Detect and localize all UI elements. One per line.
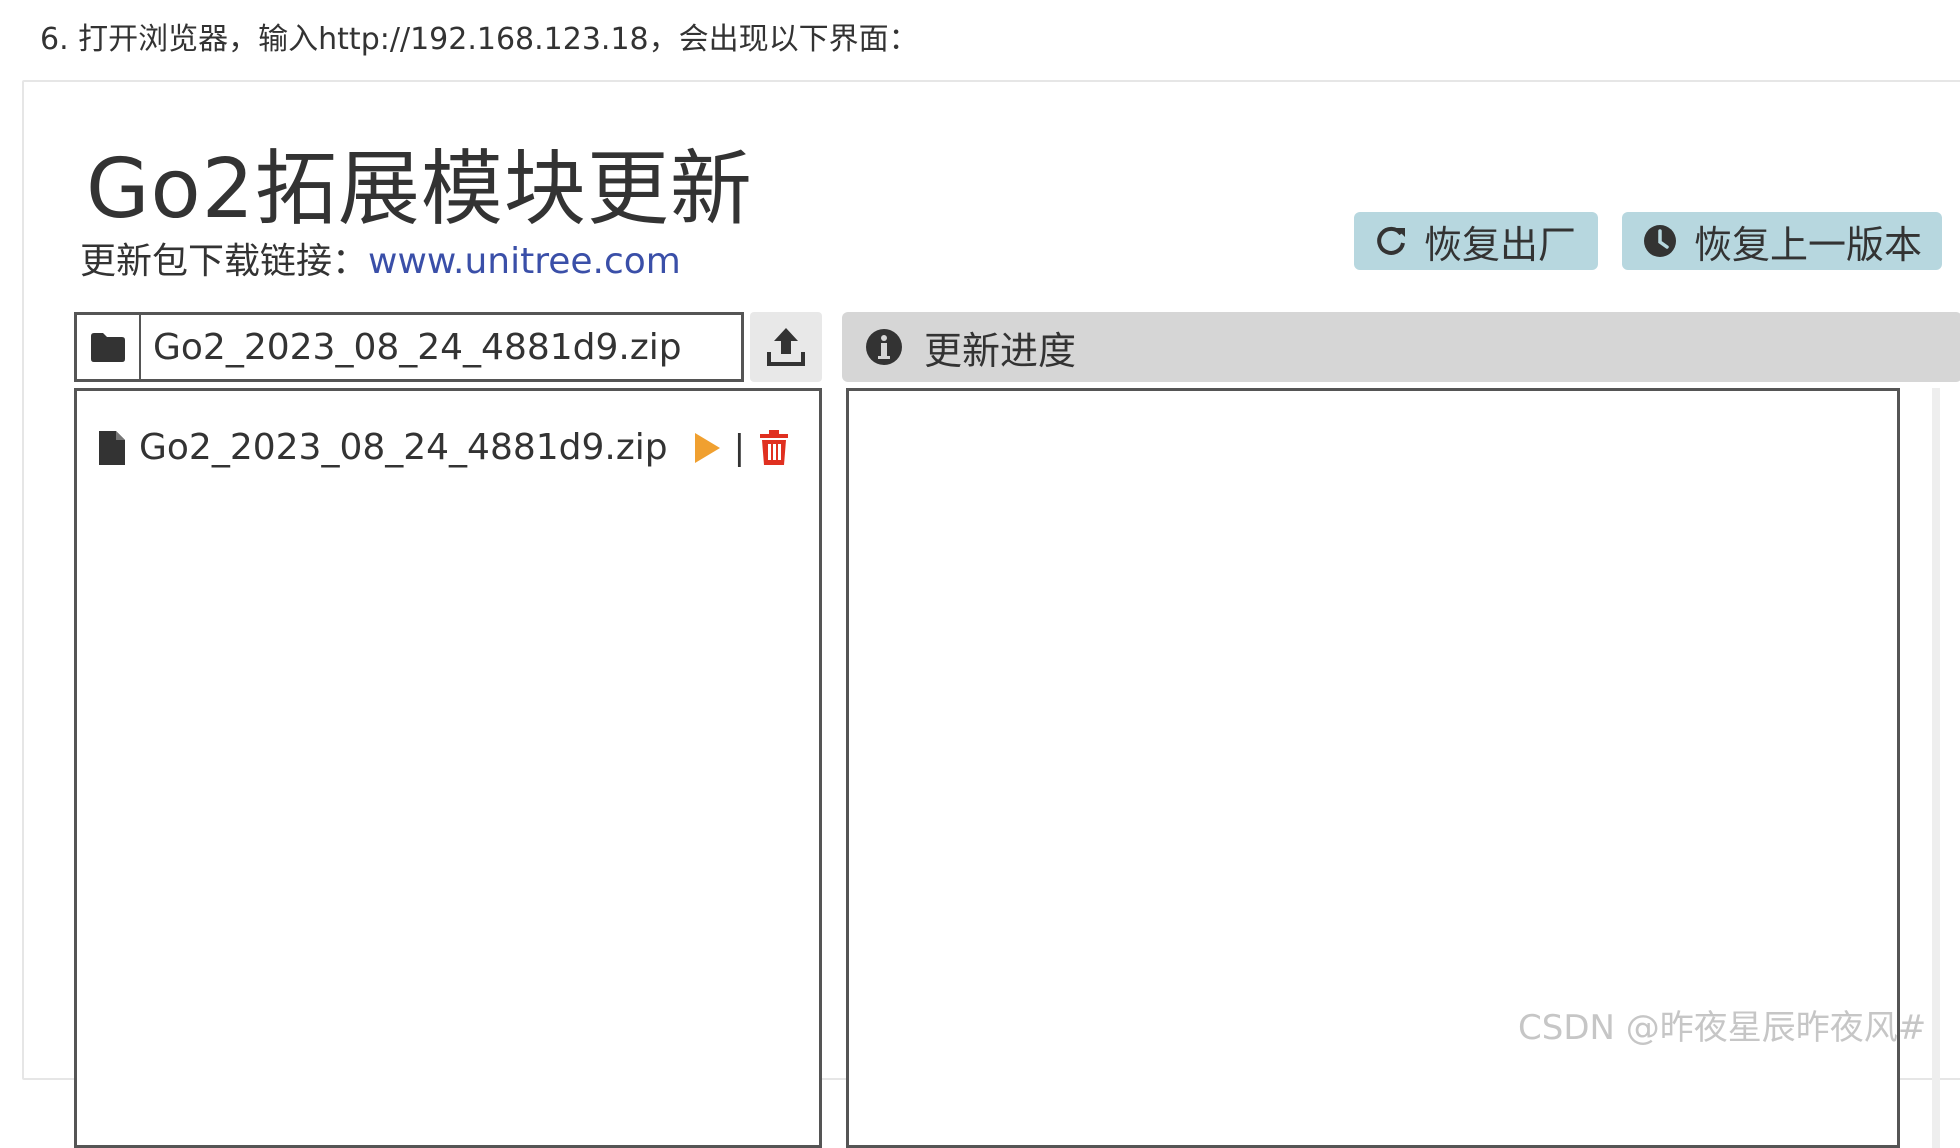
action-separator: |	[733, 427, 746, 468]
folder-icon-wrap	[77, 315, 141, 379]
info-icon	[866, 329, 902, 365]
refresh-icon	[1377, 226, 1405, 255]
progress-header: 更新进度	[842, 312, 1960, 382]
restore-factory-label: 恢复出厂	[1424, 222, 1577, 267]
page-title: Go2拓展模块更新	[86, 142, 753, 237]
selected-file-name: Go2_2023_08_24_4881d9.zip	[153, 326, 682, 368]
file-select-input[interactable]: Go2_2023_08_24_4881d9.zip	[74, 312, 744, 382]
progress-header-label: 更新进度	[924, 328, 1077, 373]
clock-icon	[1644, 225, 1676, 257]
restore-factory-button[interactable]: 恢复出厂	[1354, 212, 1598, 270]
restore-previous-label: 恢复上一版本	[1694, 222, 1923, 267]
folder-icon	[91, 333, 125, 362]
file-list: Go2_2023_08_24_4881d9.zip |	[74, 388, 822, 1148]
file-name: Go2_2023_08_24_4881d9.zip	[139, 427, 668, 468]
upload-icon	[767, 328, 805, 366]
watermark: CSDN @昨夜星辰昨夜风#	[1518, 1008, 1927, 1048]
download-line: 更新包下载链接：www.unitree.com	[80, 232, 681, 284]
list-item: Go2_2023_08_24_4881d9.zip |	[97, 427, 789, 468]
trash-icon[interactable]	[759, 429, 789, 466]
intro-text: 6. 打开浏览器，输入http://192.168.123.18，会出现以下界面…	[40, 22, 919, 57]
download-label: 更新包下载链接：	[80, 241, 369, 282]
progress-scrollbar[interactable]	[1932, 388, 1940, 1148]
upload-button[interactable]	[750, 312, 822, 382]
file-icon	[99, 430, 125, 465]
update-page: Go2拓展模块更新 更新包下载链接：www.unitree.com 恢复出厂 恢…	[22, 80, 1960, 1148]
download-link[interactable]: www.unitree.com	[368, 241, 681, 282]
play-icon[interactable]	[692, 431, 722, 465]
restore-previous-button[interactable]: 恢复上一版本	[1622, 212, 1942, 270]
